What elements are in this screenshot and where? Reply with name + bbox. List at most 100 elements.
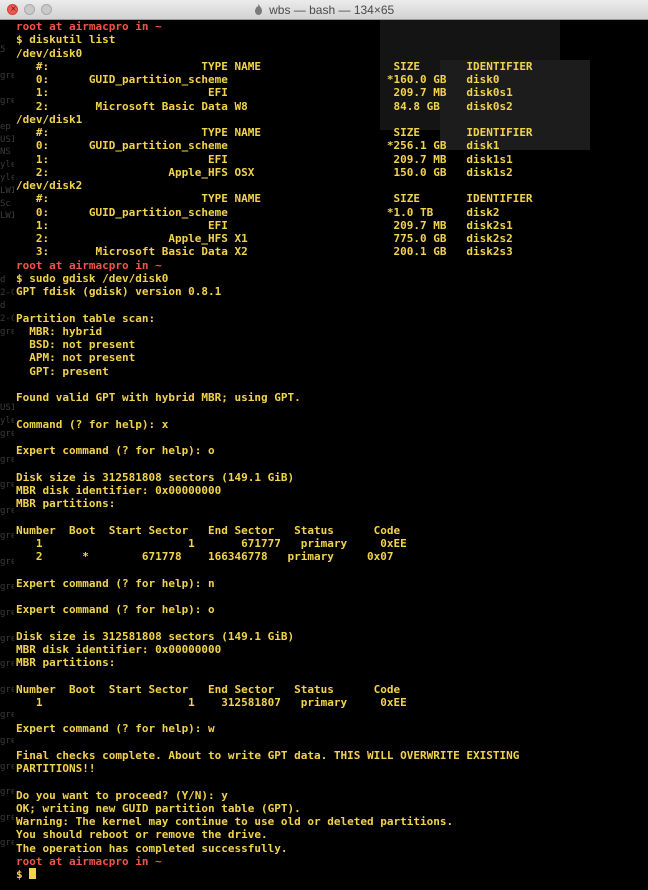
terminal-line: Command (? for help): x — [16, 418, 636, 431]
line-text: MBR partitions: — [16, 656, 116, 669]
line-text: GPT: present — [16, 364, 109, 378]
line-text: Disk size is 312581808 sectors (149.1 Gi… — [16, 629, 295, 643]
line-text: Expert command (? for help): o — [16, 603, 215, 616]
line-text: 1: EFI 209.7 MB disk0s1 — [16, 86, 513, 100]
edge-fragment: yle — [0, 160, 14, 171]
terminal-line: $ sudo gdisk /dev/disk0 — [16, 272, 636, 285]
edge-fragment: USI — [0, 403, 14, 414]
terminal-area[interactable]: 5 gre gre ep USI NS yle yle LWI Sc LWI d 2-C d 2-C gre U… — [0, 20, 648, 890]
terminal-line: BSD: not present — [16, 338, 636, 351]
shell-prompt-line: root at airmacpro in ~ — [16, 259, 636, 272]
edge-fragment — [0, 466, 14, 479]
terminal-line: #: TYPE NAME SIZE IDENTIFIER — [16, 126, 636, 139]
terminal-line: Disk size is 312581808 sectors (149.1 Gi… — [16, 471, 636, 484]
line-text: BSD: not present — [16, 338, 136, 351]
edge-fragment: gre — [0, 838, 14, 849]
line-text: Final checks complete. About to write GP… — [16, 748, 520, 762]
line-text: APM: not present — [16, 351, 136, 365]
edge-fragment: gre — [0, 505, 14, 516]
terminal-line: APM: not present — [16, 351, 636, 364]
prompt-text: root at airmacpro in ~ — [16, 258, 162, 272]
edge-fragment — [0, 377, 14, 390]
line-text: $ — [16, 868, 30, 881]
terminal-line: Number Boot Start Sector End Sector Stat… — [16, 683, 636, 696]
line-text: #: TYPE NAME SIZE IDENTIFIER — [16, 59, 533, 73]
edge-fragment: gre — [0, 761, 14, 772]
line-text: /dev/disk0 — [16, 46, 83, 60]
edge-fragment: LWI — [0, 185, 14, 196]
terminal-line: Warning: The kernel may continue to use … — [16, 815, 636, 828]
line-text: MBR: hybrid — [16, 324, 103, 338]
terminal-line: /dev/disk2 — [16, 179, 636, 192]
line-text: The operation has completed successfully… — [16, 841, 288, 855]
line-text: 2: Apple_HFS OSX 150.0 GB disk1s2 — [16, 165, 513, 179]
terminal-line: 2: Apple_HFS OSX 150.0 GB disk1s2 — [16, 166, 636, 179]
edge-fragment — [0, 236, 14, 249]
line-text: 2: Apple_HFS X1 775.0 GB disk2s2 — [16, 232, 513, 245]
terminal-line: PARTITIONS!! — [16, 762, 636, 775]
edge-fragment: gre — [0, 531, 14, 542]
edge-fragment — [0, 441, 14, 454]
terminal-line: 2: Apple_HFS X1 775.0 GB disk2s2 — [16, 232, 636, 245]
terminal-line: Found valid GPT with hybrid MBR; using G… — [16, 391, 636, 404]
line-text: Number Boot Start Sector End Sector Stat… — [16, 682, 401, 696]
terminal-line: MBR partitions: — [16, 656, 636, 669]
terminal-line: 0: GUID_partition_scheme *256.1 GB disk1 — [16, 139, 636, 152]
edge-fragment: ep — [0, 121, 11, 132]
terminal-line: 1: EFI 209.7 MB disk0s1 — [16, 86, 636, 99]
title-bar[interactable]: × wbs — bash — 134×65 — [0, 0, 648, 20]
edge-fragment — [0, 543, 14, 556]
edge-fragment: d — [0, 275, 6, 286]
edge-fragment: gre — [0, 812, 14, 823]
line-text: 1 1 671777 primary 0xEE — [16, 536, 407, 550]
edge-fragment — [0, 697, 14, 710]
line-text: Expert command (? for help): n — [16, 576, 215, 590]
terminal-line: Expert command (? for help): o — [16, 603, 636, 616]
line-text: Found valid GPT with hybrid MBR; using G… — [16, 391, 301, 404]
terminal-line: 0: GUID_partition_scheme *1.0 TB disk2 — [16, 206, 636, 219]
edge-fragment: gre — [0, 787, 14, 798]
terminal-line: 2 * 671778 166346778 primary 0x07 — [16, 550, 636, 563]
edge-fragment: gre — [0, 710, 14, 721]
line-text: OK; writing new GUID partition table (GP… — [16, 801, 301, 815]
edge-fragment: d — [0, 300, 6, 311]
edge-fragment: gre — [0, 326, 14, 337]
edge-fragment: gre — [0, 684, 14, 695]
line-text: MBR disk identifier: 0x00000000 — [16, 642, 222, 656]
terminal-line: Expert command (? for help): w — [16, 722, 636, 735]
terminal-line: #: TYPE NAME SIZE IDENTIFIER — [16, 192, 636, 205]
line-text: 1: EFI 209.7 MB disk2s1 — [16, 218, 513, 232]
prompt-text: root at airmacpro in ~ — [16, 20, 162, 33]
edge-fragment — [0, 262, 14, 275]
terminal-line: MBR: hybrid — [16, 325, 636, 338]
line-text: $ diskutil list — [16, 33, 116, 47]
terminal-line: Do you want to proceed? (Y/N): y — [16, 789, 636, 802]
edge-fragment: gre — [0, 582, 14, 593]
shell-prompt-line: root at airmacpro in ~ — [16, 20, 636, 33]
edge-fragment — [0, 569, 14, 582]
terminal-line: 2: Microsoft Basic Data W8 84.8 GB disk0… — [16, 100, 636, 113]
edge-fragment — [0, 108, 14, 121]
window-title: wbs — bash — 134×65 — [269, 3, 395, 17]
line-text: /dev/disk1 — [16, 112, 83, 126]
line-text: Warning: The kernel may continue to use … — [16, 815, 454, 828]
line-text: Expert command (? for help): o — [16, 444, 215, 457]
line-text: PARTITIONS!! — [16, 762, 96, 775]
line-text: Partition table scan: — [16, 311, 156, 325]
edge-fragment: LWI — [0, 211, 14, 222]
line-text: #: TYPE NAME SIZE IDENTIFIER — [16, 192, 533, 206]
edge-fragment: gre — [0, 608, 14, 619]
terminal-line: Expert command (? for help): n — [16, 577, 636, 590]
edge-fragment: 2-C — [0, 288, 14, 299]
terminal-line: /dev/disk0 — [16, 47, 636, 60]
line-text: Command (? for help): x — [16, 417, 169, 431]
terminal-line: 1: EFI 209.7 MB disk2s1 — [16, 219, 636, 232]
edge-fragment: 5 — [0, 45, 6, 55]
edge-fragment: USI — [0, 134, 14, 145]
